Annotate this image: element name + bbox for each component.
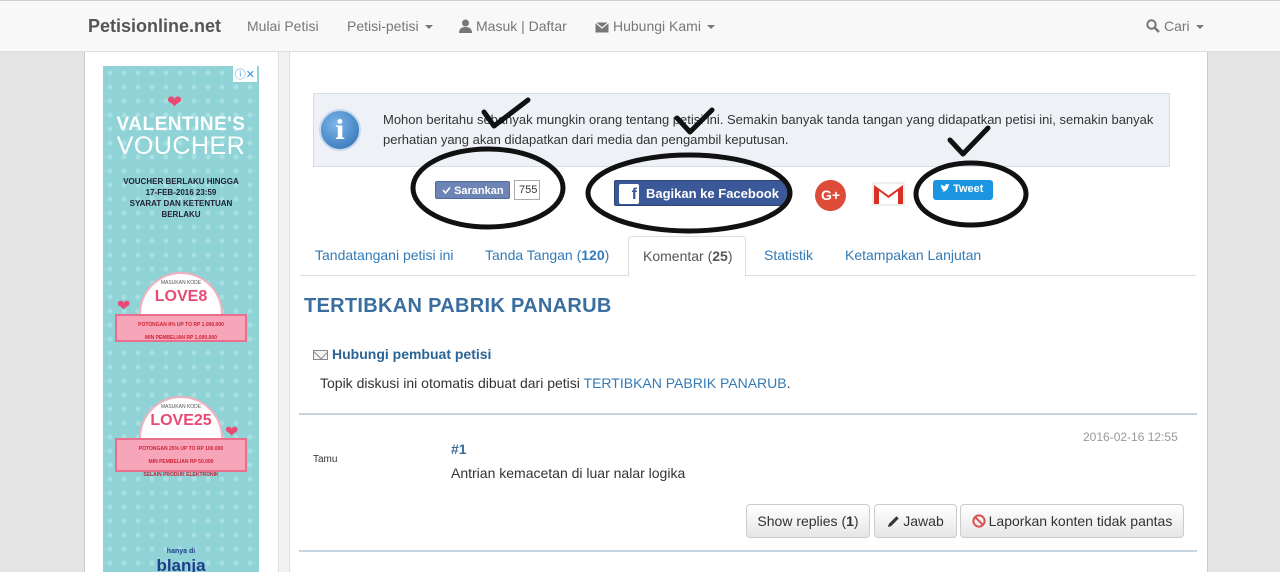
- tweet-button[interactable]: Tweet: [933, 180, 993, 200]
- heart-icon: ❤: [167, 92, 183, 112]
- column-divider: [278, 52, 290, 572]
- post-body: Antrian kemacetan di luar nalar logika: [451, 465, 686, 481]
- tab-label: Tanda Tangan (: [485, 247, 582, 263]
- divider: [299, 413, 1197, 415]
- topic-description: Topik diskusi ini otomatis dibuat dari p…: [320, 375, 791, 391]
- recommend-count: 755: [514, 180, 540, 200]
- page-title: TERTIBKAN PABRIK PANARUB: [304, 295, 612, 317]
- ad-terms-3: SYARAT DAN KETENTUAN: [129, 199, 233, 208]
- voucher-detail-2: MIN PEMBELIAN RP 50.000: [148, 459, 214, 465]
- site-brand[interactable]: Petisionline.net: [88, 16, 221, 37]
- voucher-code: LOVE8: [154, 288, 208, 305]
- petition-link[interactable]: TERTIBKAN PABRIK PANARUB: [584, 375, 787, 391]
- facebook-share-label: Bagikan ke Facebook: [646, 186, 779, 201]
- search-icon: [1146, 19, 1160, 33]
- ad-title-line2: VOUCHER: [116, 132, 246, 160]
- twitter-bird-icon: [940, 183, 950, 192]
- ad-terms-4: BERLAKU: [161, 210, 201, 219]
- divider: [299, 550, 1197, 552]
- share-info-text: Mohon beritahu sebanyak mungkin orang te…: [383, 112, 1154, 147]
- voucher-ribbon: POTONGAN 8% UP TO RP 1.000.000 MIN PEMBEL…: [115, 314, 247, 342]
- show-replies-button[interactable]: Show replies (1): [746, 504, 870, 538]
- share-info-box: i Mohon beritahu sebanyak mungkin orang …: [313, 93, 1170, 167]
- replies-suffix: ): [853, 513, 859, 529]
- nav-login-register[interactable]: Masuk | Daftar: [459, 18, 567, 34]
- nav-mulai-petisi[interactable]: Mulai Petisi: [247, 18, 319, 34]
- user-icon: [459, 19, 472, 33]
- replies-count: 1: [846, 513, 854, 529]
- caret-down-icon: [424, 25, 433, 30]
- contact-creator-label: Hubungi pembuat petisi: [332, 346, 492, 362]
- caret-down-icon: [1195, 25, 1204, 30]
- nav-contact-label: Hubungi Kami: [613, 18, 701, 34]
- tab-label: Komentar (: [643, 248, 713, 264]
- tab-signatures[interactable]: Tanda Tangan (120): [485, 236, 609, 276]
- info-icon: i: [319, 109, 361, 151]
- ad-terms-2: 17-FEB-2016 23:59: [145, 188, 217, 197]
- nav-login-label: Masuk | Daftar: [476, 18, 567, 34]
- voucher-ribbon: POTONGAN 25% UP TO RP 100.000 MIN PEMBELI…: [115, 438, 247, 478]
- ad-footer-brand: blanja: [156, 556, 206, 572]
- ad-close-icon[interactable]: ⓘ✕: [232, 66, 257, 82]
- tab-advanced-view[interactable]: Ketampakan Lanjutan: [845, 236, 981, 276]
- nav-petisi-label: Petisi-petisi: [347, 18, 419, 34]
- tab-sign-petition[interactable]: Tandatangani petisi ini: [315, 236, 454, 276]
- tweet-label: Tweet: [953, 183, 984, 195]
- tab-statistics[interactable]: Statistik: [764, 236, 813, 276]
- facebook-icon: f: [619, 184, 639, 204]
- top-navbar: Petisionline.net Mulai Petisi Petisi-pet…: [0, 0, 1280, 52]
- contact-creator-link[interactable]: Hubungi pembuat petisi: [313, 346, 491, 362]
- tab-label: Statistik: [764, 247, 814, 263]
- gmail-share-icon[interactable]: [872, 182, 905, 206]
- voucher-detail-1: POTONGAN 8% UP TO RP 1.000.000: [138, 322, 224, 328]
- voucher-kode-label: MASUKAN KODE: [160, 280, 202, 286]
- pencil-icon: [888, 516, 899, 527]
- tab-close-paren: ): [604, 247, 610, 263]
- heart-icon: ❤: [225, 424, 239, 441]
- petition-tabs: Tandatangani petisi ini Tanda Tangan (12…: [300, 236, 1196, 277]
- topic-prefix: Topik diskusi ini otomatis dibuat dari p…: [320, 375, 584, 391]
- tab-close-paren: ): [727, 248, 733, 264]
- post-author: Tamu: [313, 454, 338, 465]
- report-label: Laporkan konten tidak pantas: [988, 513, 1173, 529]
- tab-count: 120: [581, 247, 605, 263]
- topic-suffix: .: [786, 375, 791, 391]
- replies-prefix: Show replies (: [757, 513, 847, 529]
- valentine-voucher-ad[interactable]: ⓘ✕ ❤ VALENTINE'S VOUCHER VOUCHER BERLAKU…: [103, 66, 259, 572]
- nav-search-label: Cari: [1164, 18, 1190, 34]
- envelope-icon: [595, 22, 609, 33]
- nav-search-dropdown[interactable]: Cari: [1146, 18, 1204, 34]
- ad-terms-1: VOUCHER BERLAKU HINGGA: [123, 177, 239, 186]
- recommend-button[interactable]: Sarankan: [435, 181, 510, 199]
- recommend-label: Sarankan: [454, 185, 504, 197]
- heart-icon: ❤: [117, 298, 131, 315]
- tab-label: Ketampakan Lanjutan: [845, 247, 982, 263]
- voucher-card-love8: MASUKAN KODE LOVE8 POTONGAN 8% UP TO RP …: [115, 272, 247, 358]
- ad-footer-small: hanya di: [166, 548, 196, 555]
- tab-count: 25: [712, 248, 728, 264]
- post-timestamp: 2016-02-16 12:55: [1083, 430, 1178, 444]
- voucher-card-love25: MASUKAN KODE LOVE25 POTONGAN 25% UP TO R…: [115, 396, 247, 482]
- voucher-detail-3: SELAIN PRODUK ELEKTRONIK: [143, 472, 219, 478]
- report-button[interactable]: Laporkan konten tidak pantas: [960, 504, 1184, 538]
- voucher-kode-label: MASUKAN KODE: [160, 404, 202, 410]
- reply-label: Jawab: [903, 513, 944, 529]
- envelope-icon: [313, 350, 328, 361]
- google-plus-share-icon[interactable]: G+: [815, 180, 846, 211]
- tab-label: Tandatangani petisi ini: [315, 247, 454, 263]
- caret-down-icon: [706, 25, 715, 30]
- post-number-link[interactable]: #1: [451, 441, 467, 457]
- ban-icon: [972, 514, 986, 528]
- thumbs-up-icon: [442, 186, 451, 195]
- nav-petisi-dropdown[interactable]: Petisi-petisi: [347, 18, 433, 34]
- facebook-share-button[interactable]: f Bagikan ke Facebook: [614, 180, 788, 206]
- reply-button[interactable]: Jawab: [874, 504, 957, 538]
- tab-comments[interactable]: Komentar (25): [628, 236, 746, 277]
- nav-contact-dropdown[interactable]: Hubungi Kami: [595, 18, 715, 34]
- voucher-detail-2: MIN PEMBELIAN RP 1.000.000: [145, 335, 217, 341]
